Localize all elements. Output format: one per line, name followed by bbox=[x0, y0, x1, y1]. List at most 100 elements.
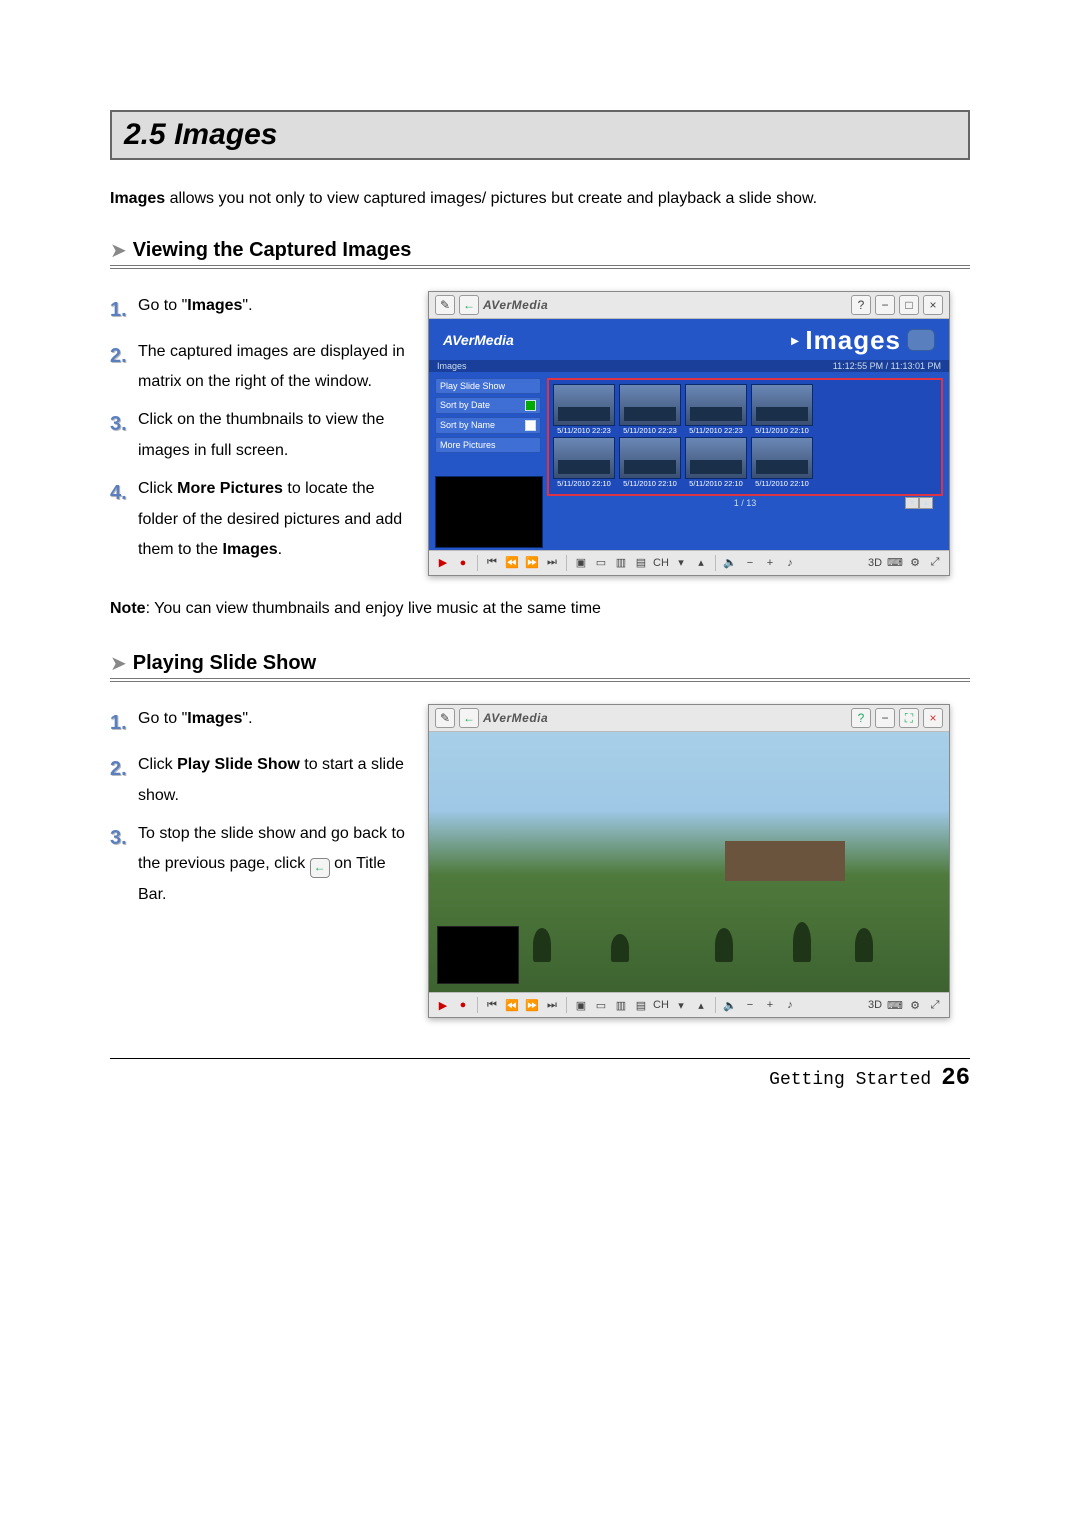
play-icon[interactable]: ▶ bbox=[435, 555, 451, 571]
page-up-icon[interactable]: ▴ bbox=[919, 497, 933, 509]
play-slideshow-button[interactable]: Play Slide Show bbox=[435, 378, 541, 394]
maximize-icon[interactable]: ⛶ bbox=[899, 708, 919, 728]
ch-down-icon[interactable]: ▾ bbox=[673, 555, 689, 571]
teletext-icon[interactable]: ⌨ bbox=[887, 555, 903, 571]
chevron-right-icon: ➤ bbox=[110, 651, 127, 676]
vol-down-icon[interactable]: − bbox=[742, 555, 758, 571]
maximize-icon[interactable]: □ bbox=[899, 295, 919, 315]
close-icon[interactable]: × bbox=[923, 708, 943, 728]
checkbox-on-icon bbox=[525, 400, 536, 411]
skip-forward-icon[interactable]: ⏭ bbox=[544, 555, 560, 571]
section-header: 2.5 Images bbox=[110, 110, 970, 160]
expand-icon[interactable]: ⤢ bbox=[927, 555, 943, 571]
thumbnail[interactable]: 5/11/2010 22:10 bbox=[619, 437, 681, 488]
thumbnail[interactable]: 5/11/2010 22:23 bbox=[553, 384, 615, 435]
note-text: Note: You can view thumbnails and enjoy … bbox=[110, 596, 970, 622]
snapshot-icon[interactable]: ▣ bbox=[573, 555, 589, 571]
threeD-label[interactable]: 3D bbox=[867, 555, 883, 571]
intro-text: Images allows you not only to view captu… bbox=[110, 186, 970, 212]
threeD-label[interactable]: 3D bbox=[867, 997, 883, 1013]
mute-icon[interactable]: ♪ bbox=[782, 555, 798, 571]
subsection-viewing: ➤ Viewing the Captured Images bbox=[110, 238, 970, 269]
app-window-images: ✎ ← AVerMedia ? − □ × AVerMedia ▸Images … bbox=[428, 291, 950, 576]
speaker-icon[interactable]: 🔈 bbox=[722, 997, 738, 1013]
footer-rule bbox=[110, 1058, 970, 1059]
page-title: ▸Images bbox=[791, 325, 935, 356]
vol-up-icon[interactable]: + bbox=[762, 555, 778, 571]
close-icon[interactable]: × bbox=[923, 295, 943, 315]
pin-icon[interactable]: ✎ bbox=[435, 708, 455, 728]
settings-icon[interactable]: ⚙ bbox=[907, 997, 923, 1013]
screen-icon[interactable]: ▤ bbox=[633, 997, 649, 1013]
channel-label: CH bbox=[653, 555, 669, 571]
sort-by-name-button[interactable]: Sort by Name bbox=[435, 417, 541, 434]
sidebar: Play Slide Show Sort by Date Sort by Nam… bbox=[435, 378, 541, 548]
section-number: 2.5 bbox=[124, 118, 166, 151]
rewind-icon[interactable]: ⏪ bbox=[504, 997, 520, 1013]
record-icon[interactable]: ● bbox=[455, 997, 471, 1013]
play-icon[interactable]: ▶ bbox=[435, 997, 451, 1013]
camera-icon bbox=[907, 329, 935, 351]
steps-viewing: 1.Go to "Images". 2.The captured images … bbox=[110, 291, 410, 574]
aspect-icon[interactable]: ▭ bbox=[593, 997, 609, 1013]
title-bar: ✎ ← AVerMedia ? − ⛶ × bbox=[429, 705, 949, 732]
sort-by-date-button[interactable]: Sort by Date bbox=[435, 397, 541, 414]
vol-down-icon[interactable]: − bbox=[742, 997, 758, 1013]
brand-logo: AVerMedia bbox=[483, 298, 548, 312]
thumbnail[interactable]: 5/11/2010 22:23 bbox=[685, 384, 747, 435]
settings-icon[interactable]: ⚙ bbox=[907, 555, 923, 571]
aspect-icon[interactable]: ▭ bbox=[593, 555, 609, 571]
screen-icon[interactable]: ▤ bbox=[633, 555, 649, 571]
rewind-icon[interactable]: ⏪ bbox=[504, 555, 520, 571]
teletext-icon[interactable]: ⌨ bbox=[887, 997, 903, 1013]
header-brand: AVerMedia bbox=[443, 332, 514, 348]
back-icon[interactable]: ← bbox=[459, 708, 479, 728]
footer-label: Getting Started bbox=[769, 1070, 931, 1090]
skip-back-icon[interactable]: ⏮ bbox=[484, 555, 500, 571]
ch-up-icon[interactable]: ▴ bbox=[693, 997, 709, 1013]
pager: 1 / 13 ▾▴ bbox=[547, 496, 943, 510]
pip-icon[interactable]: ▥ bbox=[613, 555, 629, 571]
app-window-slideshow: ✎ ← AVerMedia ? − ⛶ × bbox=[428, 704, 950, 1018]
thumbnail[interactable]: 5/11/2010 22:10 bbox=[553, 437, 615, 488]
vol-up-icon[interactable]: + bbox=[762, 997, 778, 1013]
forward-icon[interactable]: ⏩ bbox=[524, 997, 540, 1013]
skip-back-icon[interactable]: ⏮ bbox=[484, 997, 500, 1013]
page-down-icon[interactable]: ▾ bbox=[905, 497, 919, 509]
expand-icon[interactable]: ⤢ bbox=[927, 997, 943, 1013]
minimize-icon[interactable]: − bbox=[875, 708, 895, 728]
title-bar: ✎ ← AVerMedia ? − □ × bbox=[429, 292, 949, 319]
chevron-right-icon: ➤ bbox=[110, 238, 127, 263]
checkbox-off-icon bbox=[525, 420, 536, 431]
more-pictures-button[interactable]: More Pictures bbox=[435, 437, 541, 453]
mute-icon[interactable]: ♪ bbox=[782, 997, 798, 1013]
pin-icon[interactable]: ✎ bbox=[435, 295, 455, 315]
footer-page-number: 26 bbox=[941, 1065, 970, 1092]
speaker-icon[interactable]: 🔈 bbox=[722, 555, 738, 571]
back-icon[interactable]: ← bbox=[459, 295, 479, 315]
pip-preview bbox=[437, 926, 519, 984]
help-icon[interactable]: ? bbox=[851, 295, 871, 315]
brand-logo: AVerMedia bbox=[483, 711, 548, 725]
clock-text: 11:12:55 PM / 11:13:01 PM bbox=[833, 361, 941, 371]
minimize-icon[interactable]: − bbox=[875, 295, 895, 315]
document-page: 2.5 Images Images allows you not only to… bbox=[0, 0, 1080, 1132]
breadcrumb: Images bbox=[437, 361, 467, 371]
thumbnail[interactable]: 5/11/2010 22:10 bbox=[751, 437, 813, 488]
thumbnail[interactable]: 5/11/2010 22:23 bbox=[619, 384, 681, 435]
section-title: Images bbox=[174, 118, 277, 151]
ch-up-icon[interactable]: ▴ bbox=[693, 555, 709, 571]
control-bar: ▶ ● ⏮ ⏪ ⏩ ⏭ ▣ ▭ ▥ ▤ CH ▾ ▴ 🔈 − + ♪ bbox=[429, 992, 949, 1017]
subsection-slideshow: ➤ Playing Slide Show bbox=[110, 651, 970, 682]
snapshot-icon[interactable]: ▣ bbox=[573, 997, 589, 1013]
pip-icon[interactable]: ▥ bbox=[613, 997, 629, 1013]
help-icon[interactable]: ? bbox=[851, 708, 871, 728]
ch-down-icon[interactable]: ▾ bbox=[673, 997, 689, 1013]
skip-forward-icon[interactable]: ⏭ bbox=[544, 997, 560, 1013]
forward-icon[interactable]: ⏩ bbox=[524, 555, 540, 571]
thumbnail[interactable]: 5/11/2010 22:10 bbox=[751, 384, 813, 435]
thumbnail[interactable]: 5/11/2010 22:10 bbox=[685, 437, 747, 488]
thumbnail-grid: 5/11/2010 22:23 5/11/2010 22:23 5/11/201… bbox=[547, 378, 943, 497]
page-footer: Getting Started 26 bbox=[110, 1065, 970, 1092]
record-icon[interactable]: ● bbox=[455, 555, 471, 571]
